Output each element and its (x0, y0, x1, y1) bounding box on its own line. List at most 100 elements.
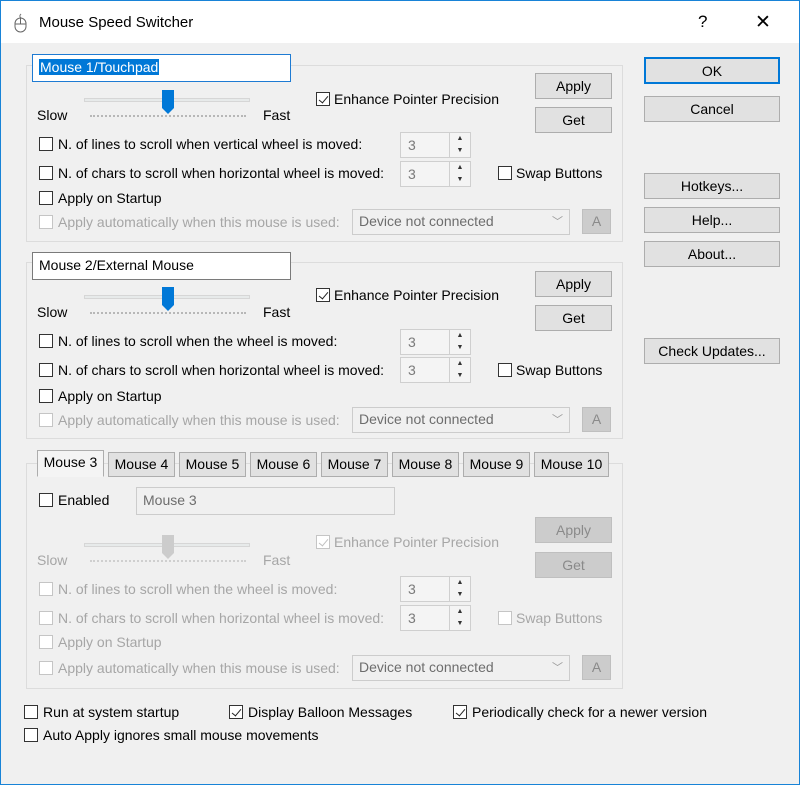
chevron-down-icon: ﹀ (552, 216, 563, 228)
mouse1-enhance-label: Enhance Pointer Precision (334, 91, 499, 107)
mouse3-startup-checkbox[interactable] (39, 635, 53, 649)
mouse1-auto-label: Apply automatically when this mouse is u… (58, 214, 340, 230)
mouse3-chars-spinner[interactable]: 3 ▲ ▼ (400, 605, 471, 631)
mouse3-slider-ticks (90, 560, 246, 566)
mouse3-auto-checkbox[interactable] (39, 661, 53, 675)
mouse2-get-button[interactable]: Get (535, 305, 612, 331)
mouse2-device-a-button[interactable]: A (582, 407, 611, 432)
hotkeys-button[interactable]: Hotkeys... (644, 173, 780, 199)
mouse2-auto-label: Apply automatically when this mouse is u… (58, 412, 340, 428)
tab-mouse-6[interactable]: Mouse 6 (250, 452, 317, 477)
mouse2-startup-checkbox[interactable] (39, 389, 53, 403)
mouse1-lines-spinner[interactable]: 3 ▲ ▼ (400, 132, 471, 158)
mouse2-chars-label: N. of chars to scroll when horizontal wh… (58, 362, 385, 378)
mouse1-lines-label: N. of lines to scroll when vertical whee… (58, 136, 363, 152)
spin-up-icon[interactable]: ▲ (450, 330, 470, 342)
mouse2-device-combo[interactable]: Device not connected ﹀ (352, 407, 570, 433)
spin-down-icon[interactable]: ▼ (450, 145, 470, 157)
mouse3-get-button[interactable]: Get (535, 552, 612, 578)
mouse3-swap-label: Swap Buttons (516, 610, 603, 626)
mouse3-apply-button[interactable]: Apply (535, 517, 612, 543)
mouse2-auto-checkbox[interactable] (39, 413, 53, 427)
mouse1-swap-label: Swap Buttons (516, 165, 603, 181)
main-window: Mouse Speed Switcher ? ✕ Mouse 1/Touchpa… (0, 0, 800, 785)
mouse2-slider-thumb[interactable] (161, 286, 175, 312)
tab-mouse-4[interactable]: Mouse 4 (108, 452, 175, 477)
fast-label: Fast (263, 552, 291, 568)
check-updates-button[interactable]: Check Updates... (644, 338, 780, 364)
mouse3-device-combo[interactable]: Device not connected ﹀ (352, 655, 570, 681)
spin-up-icon[interactable]: ▲ (450, 606, 470, 618)
mouse3-name-field[interactable]: Mouse 3 (136, 487, 395, 515)
mouse3-lines-spinner[interactable]: 3 ▲ ▼ (400, 576, 471, 602)
mouse1-chars-checkbox[interactable] (39, 166, 53, 180)
tab-mouse-10[interactable]: Mouse 10 (534, 452, 609, 477)
close-icon[interactable]: ✕ (755, 11, 771, 34)
mouse2-slider-ticks (90, 312, 246, 318)
auto-apply-checkbox[interactable] (24, 728, 38, 742)
spin-up-icon[interactable]: ▲ (450, 358, 470, 370)
spin-down-icon[interactable]: ▼ (450, 342, 470, 354)
title-bar: Mouse Speed Switcher ? ✕ (1, 1, 799, 43)
mouse2-enhance-checkbox[interactable] (316, 288, 330, 302)
mouse1-apply-button[interactable]: Apply (535, 73, 612, 99)
spin-up-icon[interactable]: ▲ (450, 162, 470, 174)
mouse2-lines-spinner[interactable]: 3 ▲ ▼ (400, 329, 471, 355)
ok-button[interactable]: OK (644, 57, 780, 84)
mouse1-startup-checkbox[interactable] (39, 191, 53, 205)
mouse1-slider-thumb[interactable] (161, 89, 175, 115)
spin-down-icon[interactable]: ▼ (450, 174, 470, 186)
mouse1-get-button[interactable]: Get (535, 107, 612, 133)
slow-label: Slow (37, 107, 68, 123)
slow-label: Slow (37, 304, 68, 320)
cancel-button[interactable]: Cancel (644, 96, 780, 122)
mouse1-enhance-checkbox[interactable] (316, 92, 330, 106)
mouse1-lines-checkbox[interactable] (39, 137, 53, 151)
mouse3-chars-checkbox[interactable] (39, 611, 53, 625)
help-icon[interactable]: ? (698, 12, 707, 32)
mouse2-chars-spinner[interactable]: 3 ▲ ▼ (400, 357, 471, 383)
fast-label: Fast (263, 304, 291, 320)
tab-mouse-3[interactable]: Mouse 3 (37, 450, 104, 477)
mouse2-apply-button[interactable]: Apply (535, 271, 612, 297)
auto-apply-label: Auto Apply ignores small mouse movements (43, 727, 319, 743)
balloon-checkbox[interactable] (229, 705, 243, 719)
mouse3-enhance-label: Enhance Pointer Precision (334, 534, 499, 550)
mouse3-enabled-checkbox[interactable] (39, 493, 53, 507)
mouse3-enhance-checkbox[interactable] (316, 535, 330, 549)
spin-down-icon[interactable]: ▼ (450, 370, 470, 382)
mouse1-chars-label: N. of chars to scroll when horizontal wh… (58, 165, 385, 181)
spin-up-icon[interactable]: ▲ (450, 133, 470, 145)
mouse2-lines-checkbox[interactable] (39, 334, 53, 348)
chevron-down-icon: ﹀ (552, 662, 563, 674)
tab-mouse-8[interactable]: Mouse 8 (392, 452, 459, 477)
mouse2-chars-checkbox[interactable] (39, 363, 53, 377)
periodic-check-checkbox[interactable] (453, 705, 467, 719)
mouse1-chars-spinner[interactable]: 3 ▲ ▼ (400, 161, 471, 187)
help-button[interactable]: Help... (644, 207, 780, 233)
mouse2-swap-checkbox[interactable] (498, 363, 512, 377)
mouse3-enabled-label: Enabled (58, 492, 110, 508)
balloon-label: Display Balloon Messages (248, 704, 413, 720)
tab-mouse-9[interactable]: Mouse 9 (463, 452, 530, 477)
mouse3-slider-thumb[interactable] (161, 534, 175, 560)
mouse3-device-a-button[interactable]: A (582, 655, 611, 680)
mouse1-device-combo[interactable]: Device not connected ﹀ (352, 209, 570, 235)
mouse2-name-field[interactable]: Mouse 2/External Mouse (32, 252, 291, 280)
spin-down-icon[interactable]: ▼ (450, 618, 470, 630)
spin-down-icon[interactable]: ▼ (450, 589, 470, 601)
mouse1-auto-checkbox[interactable] (39, 215, 53, 229)
tab-mouse-7[interactable]: Mouse 7 (321, 452, 388, 477)
about-button[interactable]: About... (644, 241, 780, 267)
mouse1-device-a-button[interactable]: A (582, 209, 611, 234)
spin-up-icon[interactable]: ▲ (450, 577, 470, 589)
tab-mouse-5[interactable]: Mouse 5 (179, 452, 246, 477)
mouse3-swap-checkbox[interactable] (498, 611, 512, 625)
periodic-check-label: Periodically check for a newer version (472, 704, 707, 720)
mouse3-lines-label: N. of lines to scroll when the wheel is … (58, 581, 338, 597)
run-startup-checkbox[interactable] (24, 705, 38, 719)
mouse2-startup-label: Apply on Startup (58, 388, 162, 404)
mouse1-swap-checkbox[interactable] (498, 166, 512, 180)
mouse3-lines-checkbox[interactable] (39, 582, 53, 596)
mouse1-name-field[interactable]: Mouse 1/Touchpad (32, 54, 291, 82)
